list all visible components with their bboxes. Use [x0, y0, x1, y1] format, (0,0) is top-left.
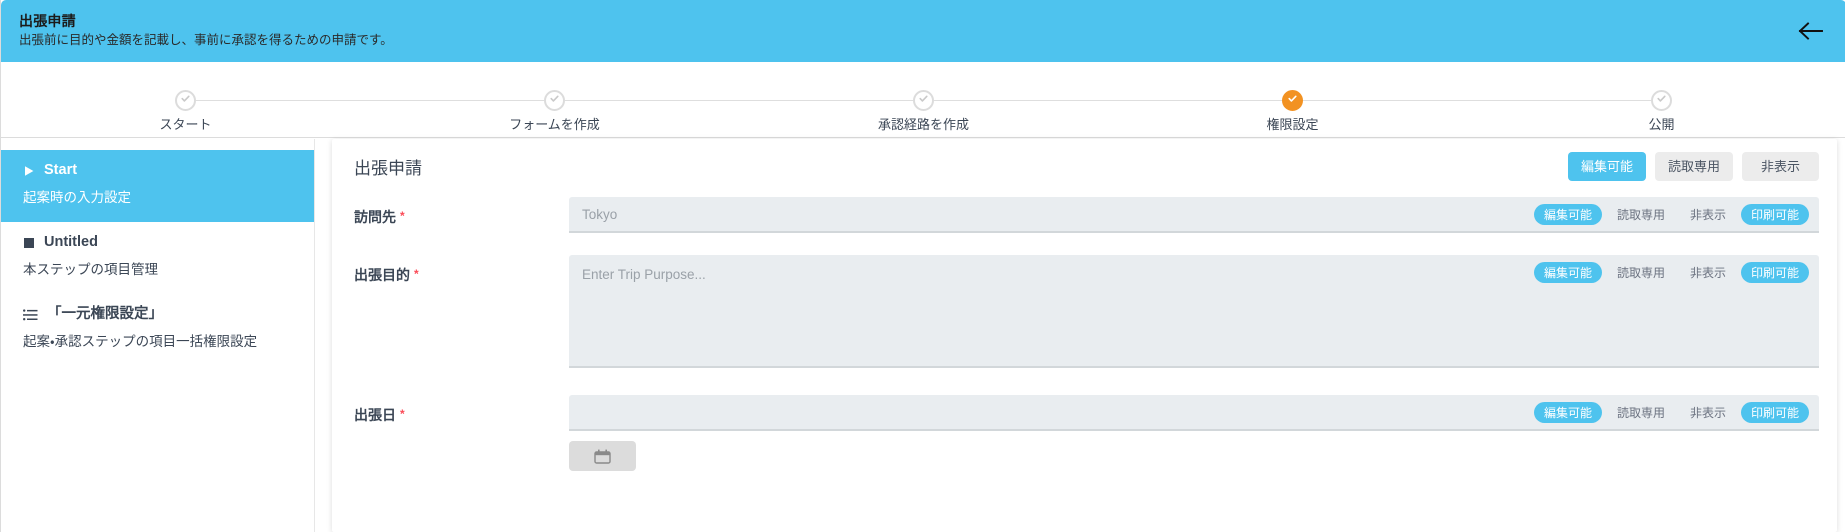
stepper-step-label: 公開: [1648, 116, 1675, 132]
field-label: 出張日 *: [354, 395, 569, 424]
header-text-block: 出張申請 出張前に目的や金額を記載し、事前に承認を得るための申請です。: [19, 14, 393, 47]
form-field-row: 出張目的 * 編集可能読取専用非表示印刷可能: [332, 255, 1837, 373]
global-permission-button-3[interactable]: 非表示: [1742, 152, 1819, 181]
check-icon: [1656, 91, 1667, 109]
global-permission-button-2[interactable]: 読取専用: [1654, 152, 1733, 181]
step-marker-active[interactable]: [1282, 89, 1303, 111]
field-control: 編集可能読取専用非表示印刷可能: [569, 255, 1819, 373]
sidebar-item-[interactable]: 「一元権限設定」起案・承認ステップの項目一括権限設定: [1, 294, 314, 366]
field-permission-button-4[interactable]: 印刷可能: [1740, 204, 1809, 225]
stepper-step-3[interactable]: 承認経路を作成: [739, 62, 1108, 138]
form-permission-card: 出張申請 編集可能読取専用非表示 訪問先*編集可能読取専用非表示印刷可能出張目的…: [332, 139, 1837, 532]
field-list: 訪問先*編集可能読取専用非表示印刷可能出張目的*編集可能読取専用非表示印刷可能出…: [332, 197, 1837, 471]
stepper-connector-right: [185, 100, 370, 101]
form-field-row: 出張日 * 編集可能 読取専用 非表示 印刷可能: [332, 395, 1837, 471]
sidebar-item-label: Start: [44, 162, 78, 178]
form-field-row: 訪問先 * 編集可能読取専用非表示印刷可能: [332, 197, 1837, 233]
page-header: 出張申請 出張前に目的や金額を記載し、事前に承認を得るための申請です。: [1, 0, 1845, 62]
field-permission-button-1[interactable]: 編集可能: [1533, 402, 1602, 423]
check-icon: [180, 91, 191, 109]
list-icon: [23, 308, 38, 321]
stepper-connector-left: [1477, 100, 1662, 101]
field-label-text: 出張目的: [354, 267, 410, 283]
field-permission-button-1[interactable]: 編集可能: [1533, 204, 1602, 225]
stepper-step-1[interactable]: スタート: [1, 62, 370, 138]
body-area: Start 起案時の入力設定 Untitled 本ステップの項目管理 「一元権限設定」起…: [1, 139, 1845, 532]
travel-request-permission-screen: 出張申請 出張前に目的や金額を記載し、事前に承認を得るための申請です。 スタート…: [0, 0, 1845, 532]
sidebar-item-label: Untitled: [44, 233, 98, 250]
calendar-icon: [594, 449, 611, 464]
field-permission-group: 編集可能 読取専用 非表示 印刷可能: [1533, 204, 1809, 225]
field-permission-button-3[interactable]: 非表示: [1680, 262, 1736, 283]
date-picker-button[interactable]: [569, 441, 636, 471]
play-icon: [23, 165, 35, 177]
stepper-step-2[interactable]: フォームを作成: [370, 62, 739, 138]
stepper-step-label: 権限設定: [1266, 116, 1319, 132]
stepper-connector-left: [1108, 100, 1293, 101]
card-titlebar: 出張申請 編集可能 読取専用 非表示: [332, 139, 1837, 197]
global-permission-group: 編集可能 読取専用 非表示: [1567, 152, 1819, 181]
back-button[interactable]: [1794, 14, 1828, 48]
field-permission-button-2[interactable]: 読取専用: [1607, 262, 1675, 283]
field-label: 出張目的 *: [354, 255, 569, 284]
field-permission-button-3[interactable]: 非表示: [1680, 402, 1736, 423]
required-asterisk-icon: *: [414, 267, 419, 281]
stepper-connector-right: [554, 100, 739, 101]
field-control: 編集可能読取専用非表示印刷可能: [569, 395, 1819, 471]
stepper-step-label: 承認経路を作成: [877, 116, 969, 132]
field-permission-button-2[interactable]: 読取専用: [1607, 402, 1675, 423]
field-label-text: 出張日: [354, 407, 396, 423]
required-asterisk-icon: *: [400, 209, 405, 223]
sidebar-item-header: 「一元権限設定」: [23, 305, 292, 323]
stepper-connector-left: [370, 100, 555, 101]
field-control: 編集可能読取専用非表示印刷可能: [569, 197, 1819, 233]
wizard-stepper: スタート フォームを作成 承認経路を作成 権限設定 公開: [1, 62, 1845, 138]
stepper-step-label: スタート: [159, 116, 212, 132]
card-title: 出張申請: [354, 158, 422, 178]
field-label: 訪問先 *: [354, 197, 569, 226]
stepper-connector-left: [739, 100, 924, 101]
sidebar-item-label: 「一元権限設定」: [47, 305, 163, 322]
stepper-connector-right: [923, 100, 1108, 101]
sidebar-item-header: Untitled: [23, 233, 292, 251]
required-asterisk-icon: *: [400, 407, 405, 421]
sidebar-item-start[interactable]: Start 起案時の入力設定: [1, 150, 314, 222]
stepper-step-5[interactable]: 公開: [1477, 62, 1845, 138]
page-title: 出張申請: [19, 13, 76, 30]
stepper-step-label: フォームを作成: [509, 116, 600, 132]
check-icon: [549, 91, 560, 109]
square-icon: [23, 237, 35, 249]
field-permission-group: 編集可能 読取専用 非表示 印刷可能: [1533, 402, 1809, 423]
step-marker-done[interactable]: [1651, 89, 1672, 111]
sidebar-item-description: 起案時の入力設定: [23, 189, 131, 205]
step-marker-done[interactable]: [913, 89, 934, 111]
sidebar-item-description: 本ステップの項目管理: [23, 261, 158, 277]
field-permission-button-3[interactable]: 非表示: [1680, 204, 1736, 225]
check-icon: [918, 91, 929, 109]
global-permission-button-1[interactable]: 編集可能: [1567, 152, 1646, 181]
steps-sidebar: Start 起案時の入力設定 Untitled 本ステップの項目管理 「一元権限設定」起…: [1, 139, 315, 532]
field-permission-group: 編集可能 読取専用 非表示 印刷可能: [1533, 262, 1809, 283]
sidebar-item-header: Start: [23, 162, 292, 179]
stepper-step-4[interactable]: 権限設定: [1108, 62, 1477, 138]
stepper-connector-right: [1292, 100, 1477, 101]
field-permission-button-1[interactable]: 編集可能: [1533, 262, 1602, 283]
sidebar-item-untitled[interactable]: Untitled 本ステップの項目管理: [1, 222, 314, 294]
step-marker-done[interactable]: [544, 89, 565, 111]
arrow-left-icon: [1798, 21, 1824, 41]
field-permission-button-4[interactable]: 印刷可能: [1740, 402, 1809, 423]
field-permission-button-2[interactable]: 読取専用: [1607, 204, 1675, 225]
field-permission-button-4[interactable]: 印刷可能: [1740, 262, 1809, 283]
page-subtitle: 出張前に目的や金額を記載し、事前に承認を得るための申請です。: [19, 32, 393, 47]
field-label-text: 訪問先: [354, 209, 396, 225]
stepper-steps: スタート フォームを作成 承認経路を作成 権限設定 公開: [1, 62, 1845, 138]
step-marker-done[interactable]: [175, 89, 196, 111]
check-icon: [1287, 91, 1298, 109]
sidebar-item-description: 起案・承認ステップの項目一括権限設定: [23, 333, 258, 349]
